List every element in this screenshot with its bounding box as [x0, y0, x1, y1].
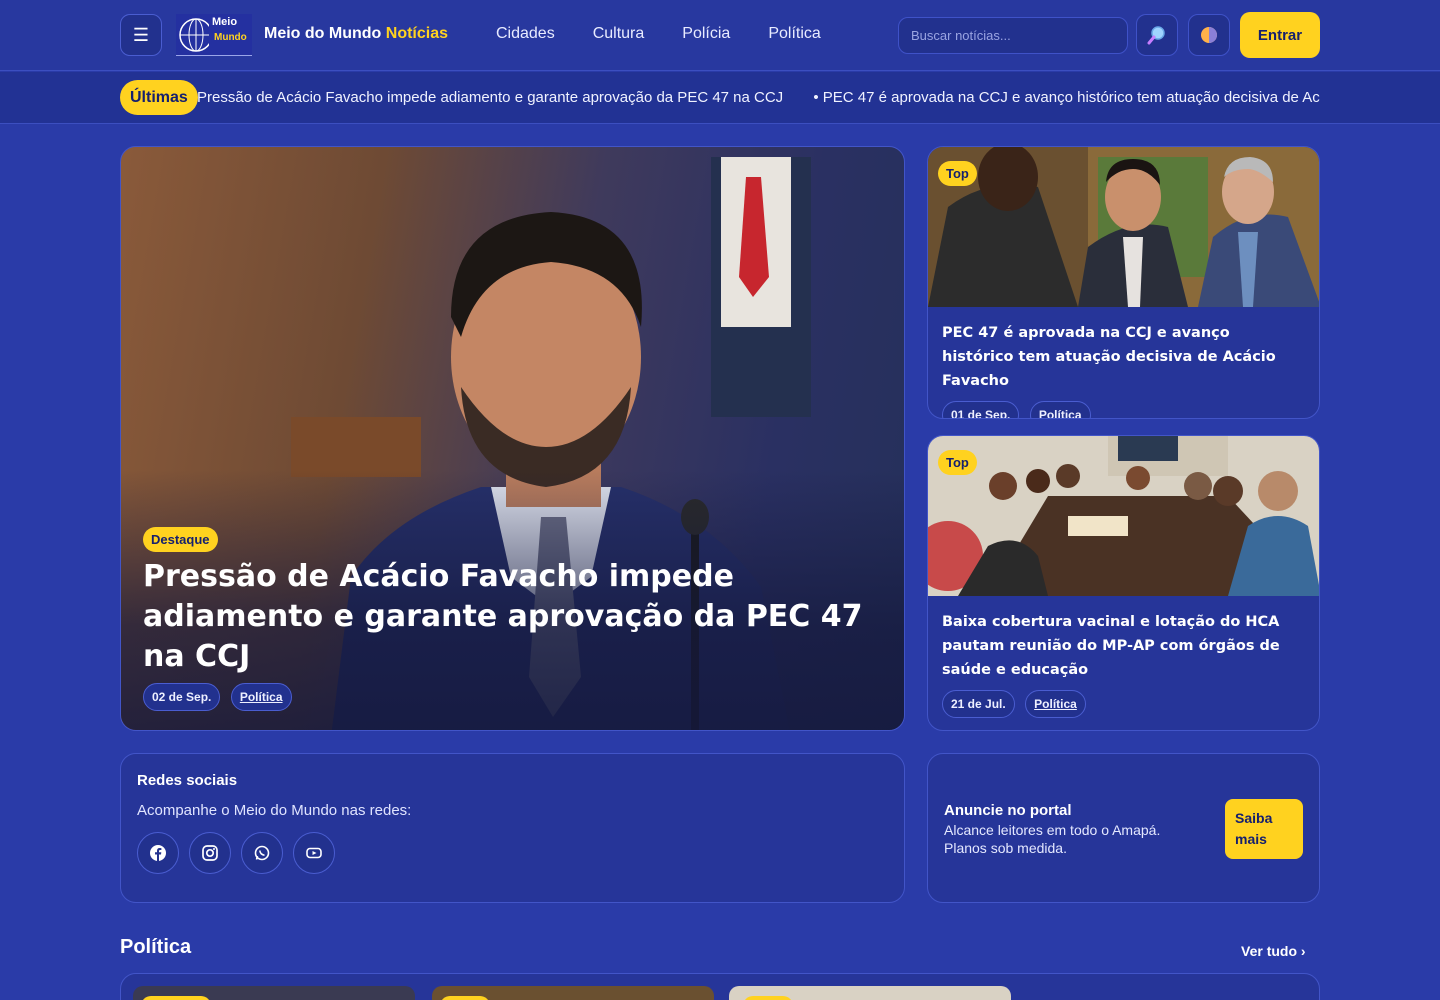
article-category-link[interactable]: Política — [1029, 401, 1091, 418]
top-article-card[interactable]: Top PEC 47 é aprovada na CCJ e avanço hi… — [927, 146, 1320, 419]
nav-politica[interactable]: Política — [768, 25, 820, 43]
social-title: Redes sociais — [137, 772, 238, 789]
whatsapp-icon — [254, 845, 270, 861]
article-title[interactable]: PEC 47 é aprovada na CCJ e avanço histór… — [928, 307, 1319, 393]
theme-toggle-icon — [1201, 27, 1217, 43]
article-image: Top — [928, 436, 1319, 596]
facebook-icon — [150, 845, 166, 861]
social-text: Acompanhe o Meio do Mundo nas redes: — [137, 802, 412, 819]
section-card[interactable] — [729, 986, 1011, 1000]
article-date: 01 de Sep. — [942, 401, 1020, 418]
facebook-link[interactable] — [137, 832, 179, 874]
search-input[interactable] — [898, 17, 1128, 54]
section-card-badge — [440, 996, 490, 1000]
learn-more-button[interactable]: Saiba mais — [1225, 799, 1303, 859]
theme-toggle-button[interactable] — [1188, 14, 1230, 56]
brand-main: Meio do Mundo — [264, 25, 382, 42]
featured-meta: 02 de Sep. Política — [143, 683, 298, 711]
nav-cultura[interactable]: Cultura — [593, 25, 645, 43]
search-button[interactable] — [1136, 14, 1178, 56]
top-badge: Top — [938, 450, 977, 475]
article-photo — [928, 147, 1319, 307]
featured-title[interactable]: Pressão de Acácio Favacho impede adiamen… — [143, 557, 863, 677]
article-meta: 21 de Jul. Política — [928, 682, 1319, 718]
featured-badge: Destaque — [143, 527, 218, 552]
social-links — [137, 832, 335, 874]
nav-cidades[interactable]: Cidades — [496, 25, 555, 43]
search-icon — [1147, 26, 1165, 45]
article-category-link[interactable]: Política — [1025, 690, 1086, 718]
featured-category-link[interactable]: Política — [230, 683, 292, 711]
article-meta: 01 de Sep. Política — [928, 393, 1319, 418]
section-card[interactable] — [133, 986, 415, 1000]
section-card[interactable] — [432, 986, 714, 1000]
instagram-icon — [202, 845, 218, 861]
logo-text-top: Meio — [212, 16, 238, 28]
ticker-label: Últimas — [120, 80, 198, 115]
section-title-politica: Política — [120, 936, 192, 958]
featured-article[interactable]: Destaque Pressão de Acácio Favacho imped… — [120, 146, 905, 731]
article-photo — [928, 436, 1319, 596]
login-button[interactable]: Entrar — [1240, 12, 1320, 58]
top-badge: Top — [938, 161, 977, 186]
news-ticker: Últimas Pressão de Acácio Favacho impede… — [0, 72, 1440, 124]
youtube-link[interactable] — [293, 832, 335, 874]
ticker-item[interactable]: • PEC 47 é aprovada na CCJ e avanço hist… — [813, 89, 1320, 106]
article-date: 21 de Jul. — [942, 690, 1015, 718]
main-nav: Cidades Cultura Polícia Política — [496, 25, 859, 43]
ad-title: Anuncie no portal — [944, 802, 1072, 819]
ticker-item[interactable]: Pressão de Acácio Favacho impede adiamen… — [197, 89, 783, 106]
brand-name[interactable]: Meio do Mundo Notícias — [264, 25, 448, 43]
section-card-badge — [743, 996, 793, 1000]
youtube-icon — [306, 847, 322, 859]
nav-policia[interactable]: Polícia — [682, 25, 730, 43]
section-card-badge — [141, 996, 211, 1000]
whatsapp-link[interactable] — [241, 832, 283, 874]
site-header: ☰ Meio Mundo Meio do Mundo Notícias Cida… — [0, 0, 1440, 71]
article-title[interactable]: Baixa cobertura vacinal e lotação do HCA… — [928, 596, 1319, 682]
menu-button[interactable]: ☰ — [120, 14, 162, 56]
instagram-link[interactable] — [189, 832, 231, 874]
featured-date: 02 de Sep. — [143, 683, 221, 711]
ad-text: Alcance leitores em todo o Amapá. Planos… — [944, 822, 1161, 856]
article-image: Top — [928, 147, 1319, 307]
top-article-card[interactable]: Top Baixa cobertura vacinal e lotação do… — [927, 435, 1320, 731]
menu-icon: ☰ — [132, 24, 150, 45]
ticker-track: Pressão de Acácio Favacho impede adiamen… — [197, 89, 1320, 106]
site-logo[interactable]: Meio Mundo — [176, 14, 252, 56]
brand-accent: Notícias — [385, 25, 449, 42]
see-all-link[interactable]: Ver tudo › — [1241, 943, 1306, 959]
advertise-box: Anuncie no portal Alcance leitores em to… — [927, 753, 1320, 903]
logo-text-bottom: Mundo — [214, 32, 247, 43]
social-networks-box: Redes sociais Acompanhe o Meio do Mundo … — [120, 753, 905, 903]
